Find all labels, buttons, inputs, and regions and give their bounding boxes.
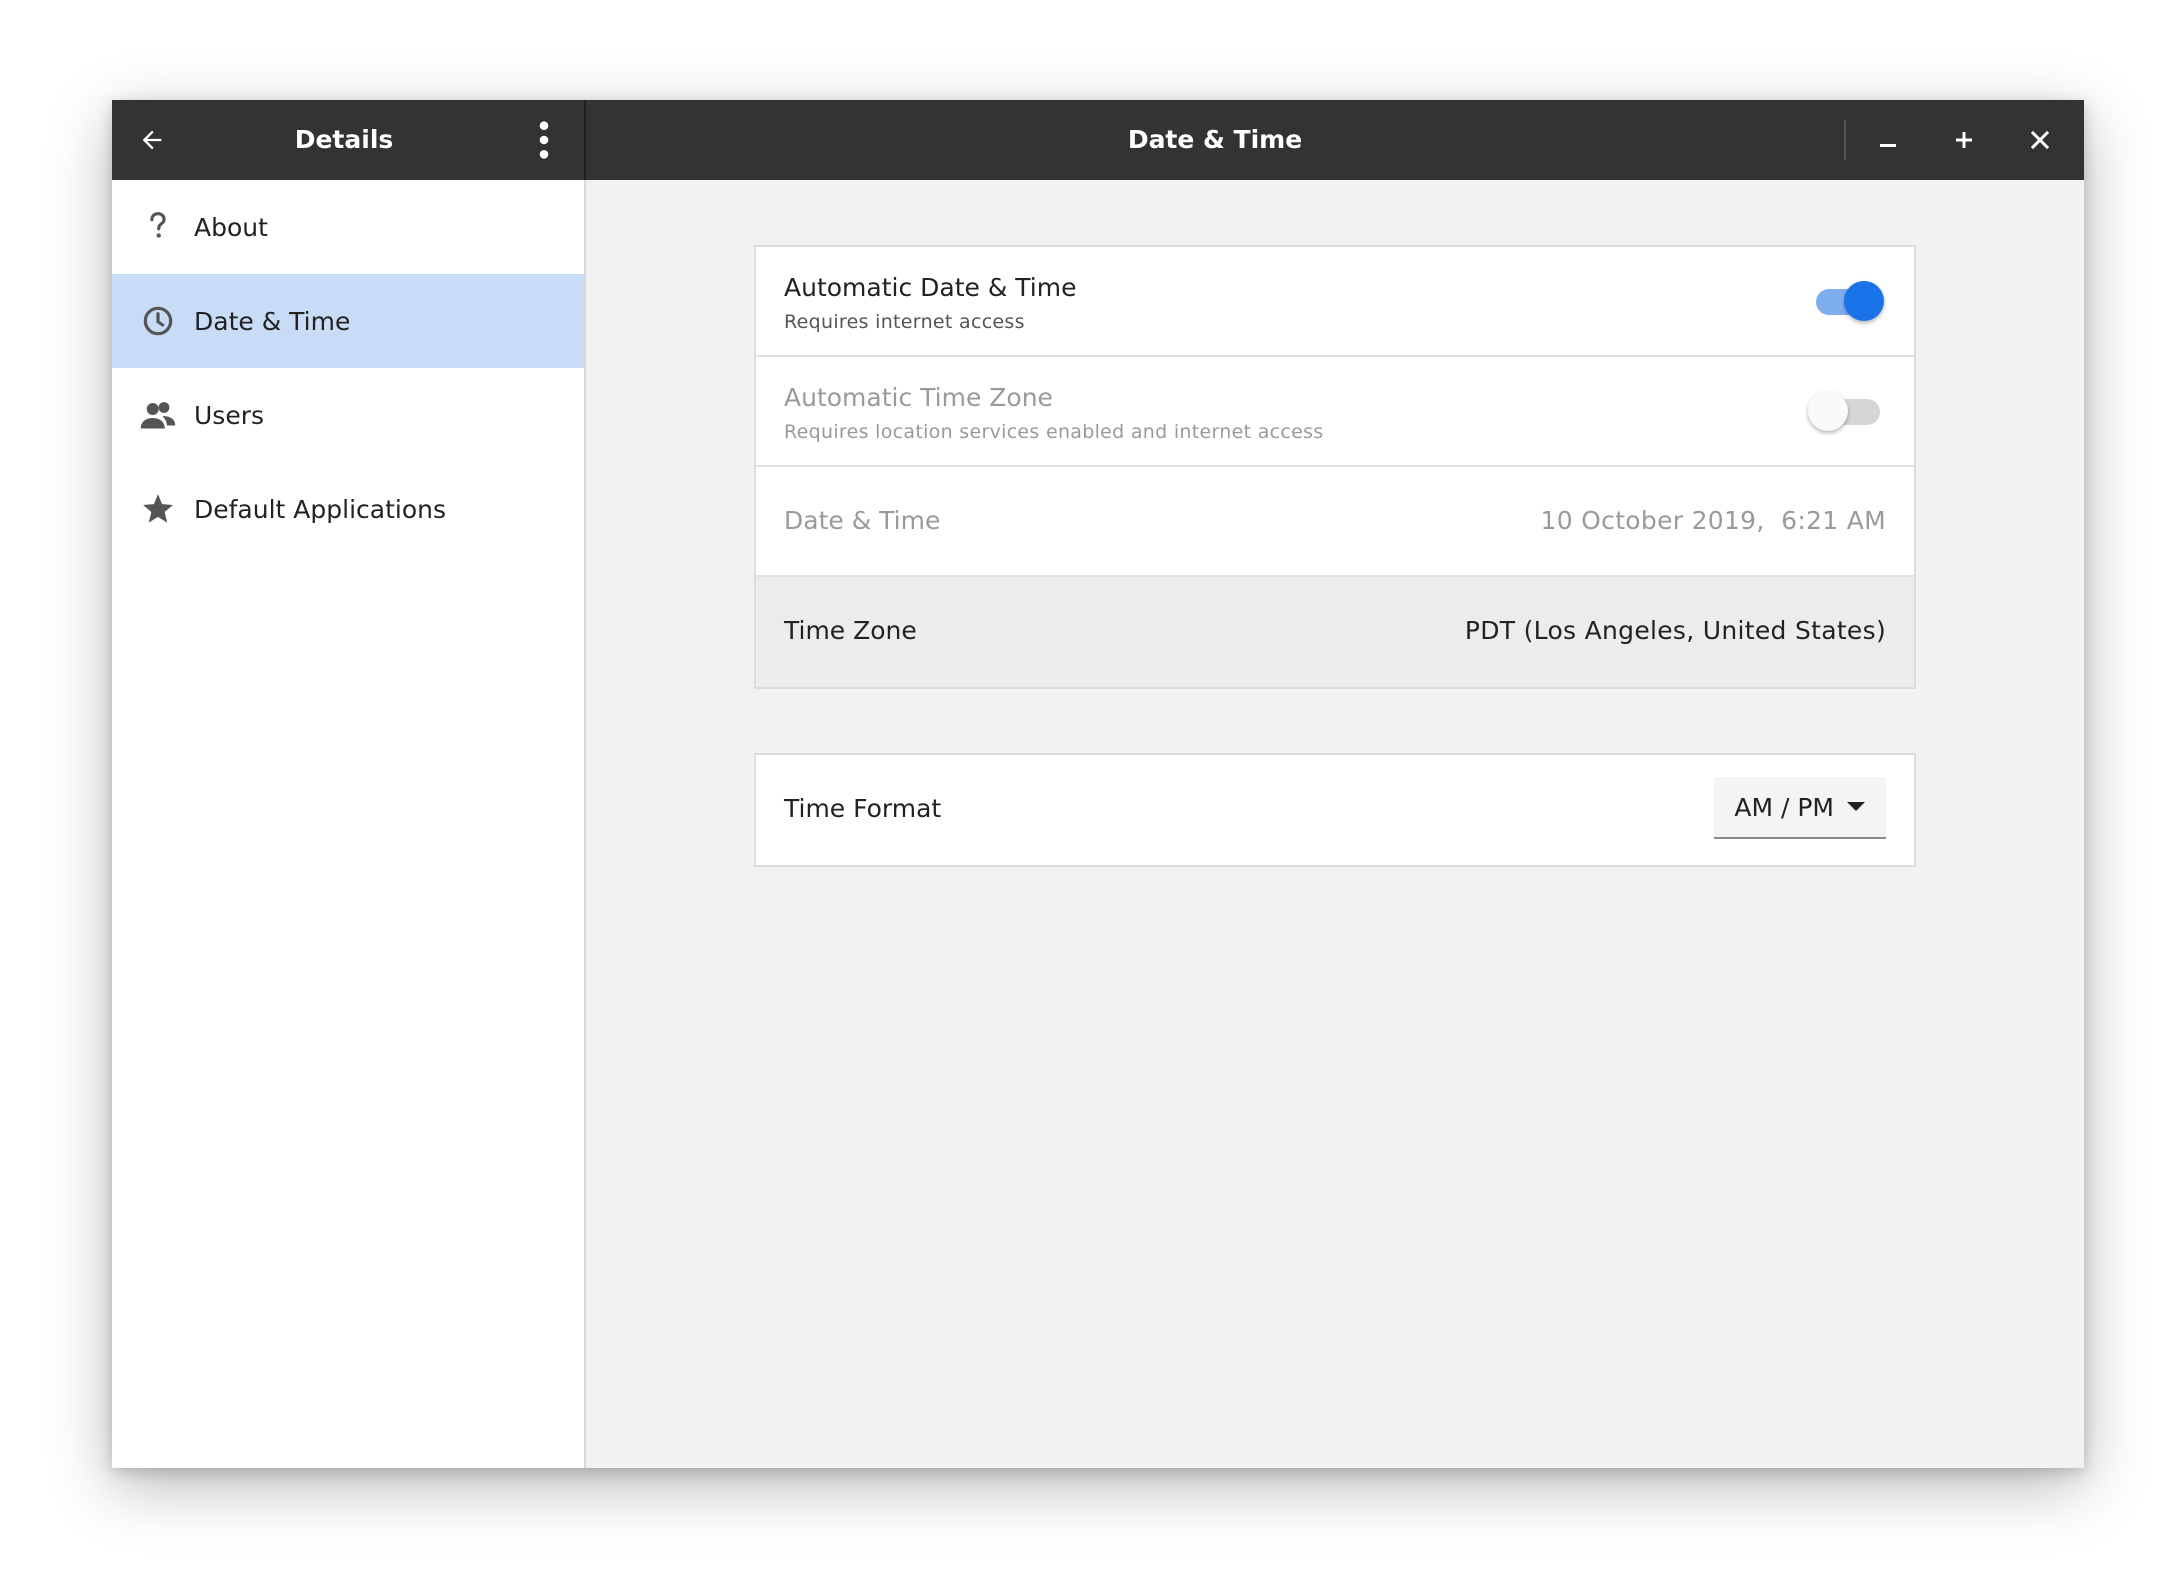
time-format-row: Time Format AM / PM [756,755,1914,865]
sidebar-item-date-time[interactable]: Date & Time [112,274,584,368]
automatic-date-time-title: Automatic Date & Time [784,273,1077,302]
menu-button[interactable] [508,100,580,180]
people-icon [136,393,180,437]
sidebar-item-label: Users [194,400,265,430]
automatic-date-time-toggle[interactable] [1812,281,1884,321]
automatic-time-zone-row[interactable]: Automatic Time Zone Requires location se… [756,357,1914,467]
clock-icon [136,299,180,343]
help-icon [136,205,180,249]
date-time-value: 10 October 2019, 6:21 AM [1540,506,1886,535]
sidebar-item-label: Date & Time [194,306,351,336]
chevron-down-icon [1846,801,1866,813]
automatic-time-zone-toggle[interactable] [1808,391,1880,431]
date-time-row[interactable]: Date & Time 10 October 2019, 6:21 AM [756,467,1914,577]
time-format-title: Time Format [784,794,942,823]
sidebar-item-label: About [194,212,268,242]
minimize-icon [1880,144,1896,147]
sidebar-title: Details [294,125,394,154]
close-button[interactable] [2004,100,2076,180]
automatic-date-time-row[interactable]: Automatic Date & Time Requires internet … [756,247,1914,357]
titlebar-separator [1844,120,1846,160]
maximize-icon [1956,132,1972,148]
arrow-left-icon [142,130,162,150]
time-zone-title: Time Zone [784,616,917,645]
sidebar: About Date & Time Users Default Applicat… [112,180,586,1468]
settings-window: Details Date & Time About Date & Time Us… [112,100,2084,1468]
close-icon [2030,130,2050,150]
star-icon [136,487,180,531]
automatic-time-zone-title: Automatic Time Zone [784,383,1053,412]
toggle-knob [1808,391,1848,431]
date-time-title: Date & Time [784,506,941,535]
back-button[interactable] [116,100,188,180]
time-zone-row[interactable]: Time Zone PDT (Los Angeles, United State… [756,577,1914,687]
automatic-time-zone-subtitle: Requires location services enabled and i… [784,421,1324,443]
time-format-card: Time Format AM / PM [754,753,1916,867]
time-format-value: AM / PM [1734,792,1834,822]
toggle-knob [1844,281,1884,321]
titlebar: Details Date & Time [112,100,2084,180]
sidebar-item-label: Default Applications [194,494,447,524]
sidebar-item-about[interactable]: About [112,180,584,274]
titlebar-left-pane: Details [112,100,586,180]
sidebar-item-default-applications[interactable]: Default Applications [112,462,584,556]
sidebar-item-users[interactable]: Users [112,368,584,462]
maximize-button[interactable] [1928,100,2000,180]
time-zone-value: PDT (Los Angeles, United States) [1464,616,1886,645]
date-time-settings-card: Automatic Date & Time Requires internet … [754,245,1916,689]
automatic-date-time-subtitle: Requires internet access [784,311,1025,333]
minimize-button[interactable] [1852,100,1924,180]
time-format-select[interactable]: AM / PM [1714,777,1886,839]
page-title: Date & Time [1127,125,1303,154]
more-vert-icon [539,121,549,159]
